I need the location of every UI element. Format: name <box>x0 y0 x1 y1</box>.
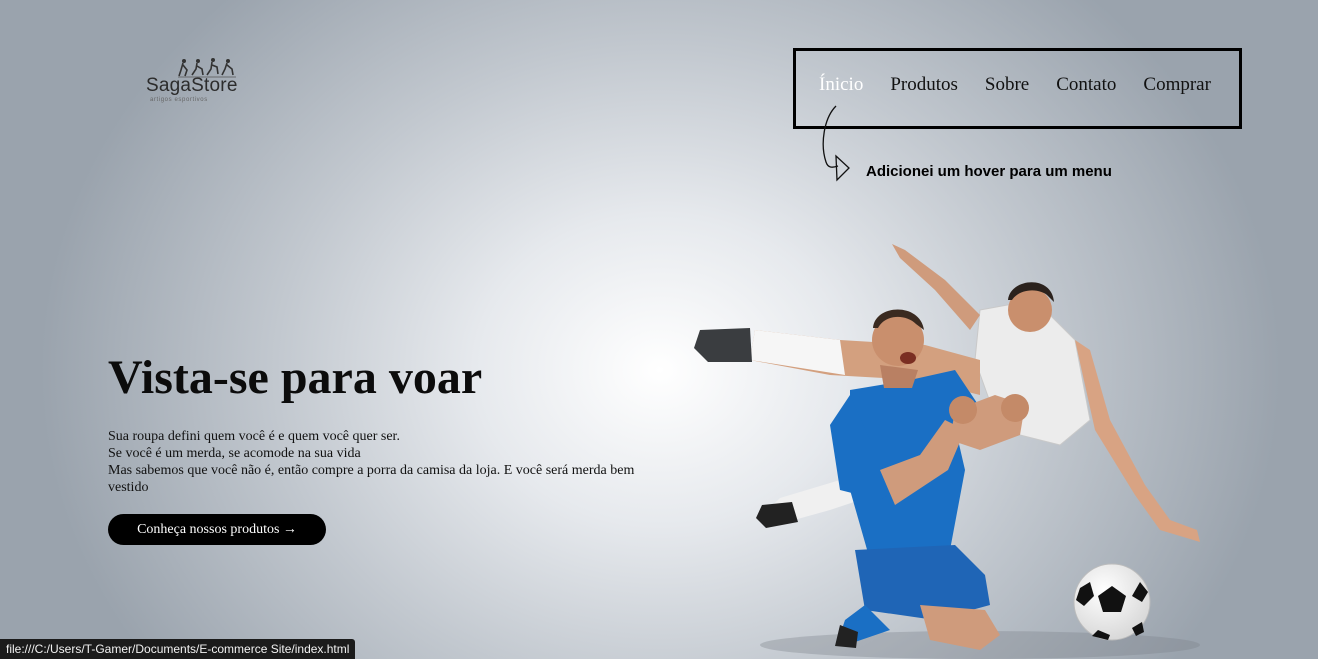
nav-item-contato[interactable]: Contato <box>1056 74 1116 96</box>
hero-line-3: Mas sabemos que você não é, então compre… <box>108 463 635 495</box>
nav-item-sobre[interactable]: Sobre <box>985 74 1029 96</box>
logo-tagline: artigos esportivos <box>150 97 208 103</box>
main-nav: Ínicio Produtos Sobre Contato Comprar <box>819 74 1238 96</box>
products-cta-button[interactable]: Conheça nossos produtos → <box>108 514 326 545</box>
hero-line-1: Sua roupa defini quem você é e quem você… <box>108 429 400 444</box>
hero-line-2: Se você é um merda, se acomode na sua vi… <box>108 446 361 461</box>
nav-item-inicio[interactable]: Ínicio <box>819 74 863 96</box>
hero-description: Sua roupa defini quem você é e quem você… <box>108 428 668 496</box>
nav-item-comprar[interactable]: Comprar <box>1143 74 1211 96</box>
annotation-arrow-icon <box>822 105 850 182</box>
nav-item-produtos[interactable]: Produtos <box>890 74 958 96</box>
logo[interactable]: SagaStore artigos esportivos <box>140 58 240 110</box>
annotation-text: Adicionei um hover para um menu <box>866 163 1112 180</box>
browser-status-bar: file:///C:/Users/T-Gamer/Documents/E-com… <box>0 639 356 659</box>
hero-title: Vista-se para voar <box>108 351 483 404</box>
logo-text: SagaStore <box>146 75 238 96</box>
football-players-image <box>694 244 1200 659</box>
